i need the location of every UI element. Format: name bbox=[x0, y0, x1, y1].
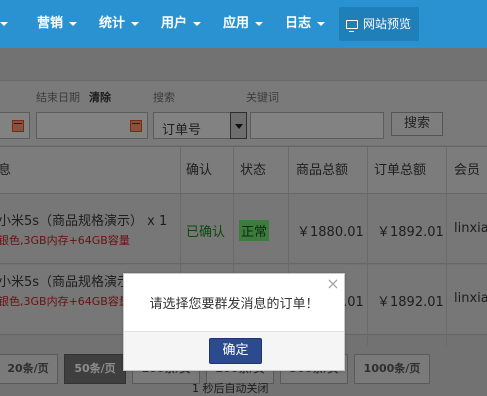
calendar-icon[interactable] bbox=[12, 120, 24, 132]
chevron-down-icon bbox=[193, 21, 202, 26]
column-header: 确认 bbox=[186, 163, 213, 178]
nav-item-label: 用户 bbox=[161, 16, 188, 31]
nav-item-apps[interactable]: 应用 bbox=[223, 0, 264, 48]
chevron-down-icon bbox=[317, 21, 326, 26]
column-header: 状态 bbox=[240, 163, 267, 178]
order-total: ￥1892.01 bbox=[377, 225, 444, 240]
page-size-1000[interactable]: 1000条/页 bbox=[354, 354, 430, 384]
nav-item-site-preview[interactable]: 网站预览 bbox=[346, 7, 411, 41]
calendar-icon[interactable] bbox=[130, 120, 142, 132]
confirm-status: 已确认 bbox=[186, 225, 226, 240]
nav-item-label: 应用 bbox=[223, 16, 250, 31]
keyword-input[interactable] bbox=[250, 112, 384, 139]
clear-date-link[interactable]: 清除 bbox=[89, 89, 111, 105]
product-spec: 银色,3GB内存+64GB容量 bbox=[0, 234, 130, 247]
chevron-down-icon bbox=[69, 21, 78, 26]
start-date-input[interactable] bbox=[0, 112, 30, 139]
confirm-button[interactable]: 确定 bbox=[209, 338, 262, 364]
search-type-select[interactable]: 订单号 bbox=[153, 112, 247, 139]
member-name: linxiao bbox=[454, 221, 487, 236]
column-header: 会员 bbox=[454, 163, 481, 178]
member-name: linxiao bbox=[454, 291, 487, 306]
nav-item-label: 网站预览 bbox=[363, 17, 412, 31]
nav-item-users[interactable]: 用户 bbox=[161, 0, 202, 48]
column-header: 订单总额 bbox=[374, 163, 427, 178]
column-divider bbox=[367, 146, 368, 346]
order-status-badge: 正常 bbox=[239, 220, 270, 241]
auto-close-countdown: 1 秒后自动关闭 bbox=[192, 382, 269, 395]
order-total: ￥1892.01 bbox=[377, 295, 444, 310]
search-button[interactable]: 搜索 bbox=[391, 112, 443, 136]
caret-down-icon bbox=[235, 124, 243, 129]
dialog-footer: 确定 bbox=[124, 331, 344, 370]
page-size-50[interactable]: 50条/页 bbox=[64, 354, 126, 384]
keyword-label: 关键词 bbox=[246, 91, 279, 104]
nav-item-stats[interactable]: 统计 bbox=[99, 0, 140, 48]
dialog-message: 请选择您要群发消息的订单！ bbox=[149, 297, 319, 312]
nav-item-label: 统计 bbox=[99, 16, 126, 31]
table-header: 息 确认 状态 商品总额 订单总额 会员 bbox=[0, 146, 487, 194]
nav-item-marketing[interactable]: 营销 bbox=[37, 0, 78, 48]
chevron-down-icon bbox=[255, 21, 264, 26]
chevron-down-icon bbox=[0, 21, 8, 26]
close-icon[interactable]: × bbox=[326, 276, 340, 292]
search-type-value: 订单号 bbox=[162, 123, 202, 138]
column-divider bbox=[446, 146, 447, 346]
monitor-icon bbox=[346, 20, 358, 32]
nav-item-truncated[interactable] bbox=[0, 0, 8, 48]
table-row[interactable]: 小米5s（商品规格演示） x 1 银色,3GB内存+64GB容量 已确认 正常 … bbox=[0, 194, 487, 264]
nav-item-label: 日志 bbox=[285, 16, 312, 31]
end-date-label: 结束日期 bbox=[36, 91, 80, 104]
alert-dialog: × 请选择您要群发消息的订单！ 确定 bbox=[123, 273, 345, 371]
product-spec: 银色,3GB内存+64GB容量 bbox=[0, 295, 130, 308]
column-header: 息 bbox=[0, 163, 12, 178]
end-date-input[interactable] bbox=[36, 112, 148, 139]
column-header: 商品总额 bbox=[296, 163, 349, 178]
top-nav: 营销 统计 用户 应用 日志 网站预览 bbox=[0, 0, 487, 48]
product-title: 小米5s（商品规格演示） x 1 bbox=[0, 214, 168, 229]
chevron-down-icon bbox=[131, 21, 140, 26]
search-type-label: 搜索 bbox=[153, 91, 175, 104]
nav-item-logs[interactable]: 日志 bbox=[285, 0, 326, 48]
goods-total: ￥1880.01 bbox=[297, 225, 364, 240]
nav-item-label: 营销 bbox=[37, 16, 64, 31]
select-toggle[interactable] bbox=[230, 112, 247, 139]
product-title: 小米5s（商品规格演示） bbox=[0, 275, 144, 290]
page-size-20[interactable]: 20条/页 bbox=[0, 354, 58, 384]
